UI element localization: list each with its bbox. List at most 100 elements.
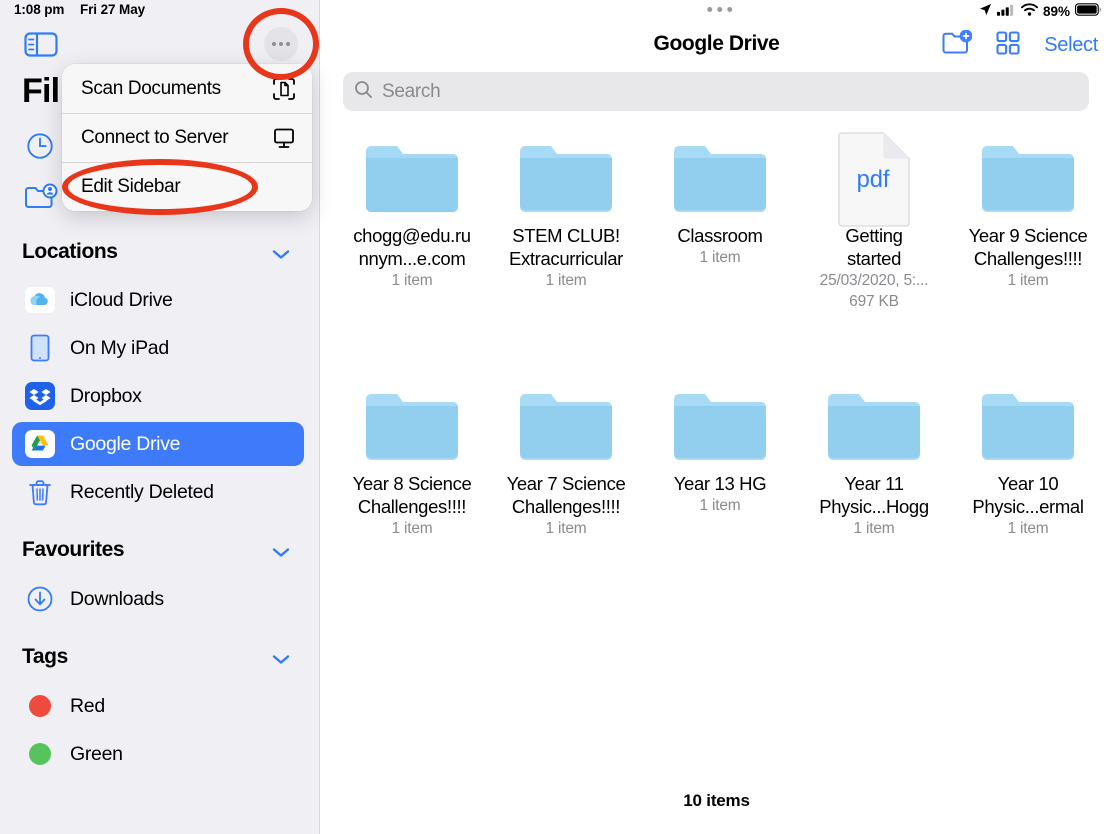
dropbox-icon [25,381,55,411]
search-placeholder: Search [382,80,441,102]
search-icon [354,80,373,104]
scan-documents-icon [272,77,296,101]
battery-percent-label: 89% [1042,3,1070,19]
sidebar-item-label: Red [70,694,105,717]
trash-icon [25,477,55,507]
file-name: Year 10 Physic...ermal [972,473,1084,517]
google-drive-icon [25,429,55,459]
menu-item-edit-sidebar[interactable]: Edit Sidebar [62,162,312,211]
recents-clock-icon[interactable] [24,132,58,162]
shared-folder-icon[interactable] [24,182,58,212]
sidebar-item-icloud-drive[interactable]: iCloud Drive [12,278,304,322]
battery-icon [1075,3,1102,19]
file-item[interactable]: pdf Getting started 25/03/2020, 5:... 69… [797,132,951,312]
chevron-down-icon[interactable] [272,247,290,259]
file-item[interactable]: chogg@edu.ru nnym...e.com 1 item [335,132,489,312]
ellipsis-dot [272,42,276,46]
file-name: Year 11 Physic...Hogg [819,473,929,517]
more-options-button[interactable] [264,27,298,61]
sidebar-toggle-icon[interactable] [24,31,58,58]
status-time: 1:08 pm [14,2,65,17]
file-item[interactable]: Year 13 HG 1 item [643,380,797,539]
section-header-locations[interactable]: Locations [22,240,298,264]
navigation-bar: Google Drive Select [321,22,1112,70]
folder-icon [980,132,1076,216]
file-meta: 25/03/2020, 5:... [819,272,929,289]
sidebar-item-google-drive[interactable]: Google Drive [12,422,304,466]
new-folder-icon[interactable] [942,29,973,61]
chevron-down-icon[interactable] [272,545,290,557]
select-button[interactable]: Select [1044,34,1098,57]
more-options-menu: Scan Documents Connect to Server Edit Si… [62,64,312,211]
folder-icon [364,380,460,464]
folder-icon [518,380,614,464]
file-meta: 1 item [545,520,587,537]
file-item[interactable]: Year 10 Physic...ermal 1 item [951,380,1105,539]
menu-item-label: Connect to Server [81,127,229,148]
folder-icon [364,132,460,216]
section-header-tags[interactable]: Tags [22,645,298,669]
file-item[interactable]: Year 9 Science Challenges!!!! 1 item [951,132,1105,312]
file-name: Year 9 Science Challenges!!!! [968,225,1088,269]
folder-icon [672,132,768,216]
file-meta: 1 item [699,249,741,266]
status-date: Fri 27 May [79,2,146,17]
sidebar-item-downloads[interactable]: Downloads [12,577,304,621]
search-input[interactable]: Search [343,72,1089,111]
sidebar-item-recently-deleted[interactable]: Recently Deleted [12,470,304,514]
menu-item-label: Scan Documents [81,77,221,99]
file-meta: 1 item [391,272,433,289]
sidebar-item-on-my-ipad[interactable]: On My iPad [12,326,304,370]
file-name: Year 7 Science Challenges!!!! [506,473,626,517]
menu-item-label: Edit Sidebar [81,176,181,197]
folder-icon [980,380,1076,464]
connect-to-server-icon [272,126,296,150]
status-bar-right: 89% [979,3,1102,19]
file-item[interactable]: STEM CLUB! Extracurricular 1 item [489,132,643,312]
file-item[interactable]: Year 7 Science Challenges!!!! 1 item [489,380,643,539]
sidebar-item-dropbox[interactable]: Dropbox [12,374,304,418]
icloud-drive-icon [25,285,55,315]
tag-dot-icon [25,739,55,769]
file-meta: 1 item [545,272,587,289]
ellipsis-dot [286,42,290,46]
file-meta: 1 item [1007,272,1049,289]
file-name: Classroom [677,225,763,246]
file-item[interactable]: Year 8 Science Challenges!!!! 1 item [335,380,489,539]
svg-text:pdf: pdf [857,167,890,193]
file-name: STEM CLUB! Extracurricular [509,225,623,269]
menu-item-connect-to-server[interactable]: Connect to Server [62,113,312,162]
file-size: 697 KB [849,293,899,310]
ellipsis-dot [279,42,283,46]
file-name: chogg@edu.ru nnym...e.com [353,225,471,269]
file-grid: chogg@edu.ru nnym...e.com 1 item STEM CL… [335,132,1105,539]
files-app-window: 1:08 pm Fri 27 May Fil Locations iCloud … [0,0,1112,834]
page-title: Fil [22,72,60,110]
tag-dot-icon [25,691,55,721]
downloads-circle-icon [25,584,55,614]
folder-icon [672,380,768,464]
file-meta: 1 item [1007,520,1049,537]
folder-icon [518,132,614,216]
file-item[interactable]: Classroom 1 item [643,132,797,312]
grid-view-icon[interactable] [996,31,1020,60]
chevron-down-icon[interactable] [272,652,290,664]
item-count-label: 10 items [683,791,750,810]
cellular-signal-icon [996,4,1016,19]
sidebar-item-label: Green [70,742,123,765]
sidebar-item-label: Google Drive [70,432,181,455]
sidebar-item-label: On My iPad [70,336,169,359]
section-header-favourites[interactable]: Favourites [22,538,298,562]
file-item[interactable]: Year 11 Physic...Hogg 1 item [797,380,951,539]
menu-item-scan-documents[interactable]: Scan Documents [62,64,312,113]
file-meta: 1 item [699,497,741,514]
wifi-icon [1021,3,1038,19]
multitasking-handle-icon[interactable] [706,7,732,12]
file-meta: 1 item [391,520,433,537]
file-meta: 1 item [853,520,895,537]
section-title: Tags [22,645,68,668]
sidebar-item-tag-green[interactable]: Green [12,732,304,776]
sidebar-item-tag-red[interactable]: Red [12,684,304,728]
section-title: Locations [22,240,118,263]
file-name: Year 13 HG [673,473,767,494]
